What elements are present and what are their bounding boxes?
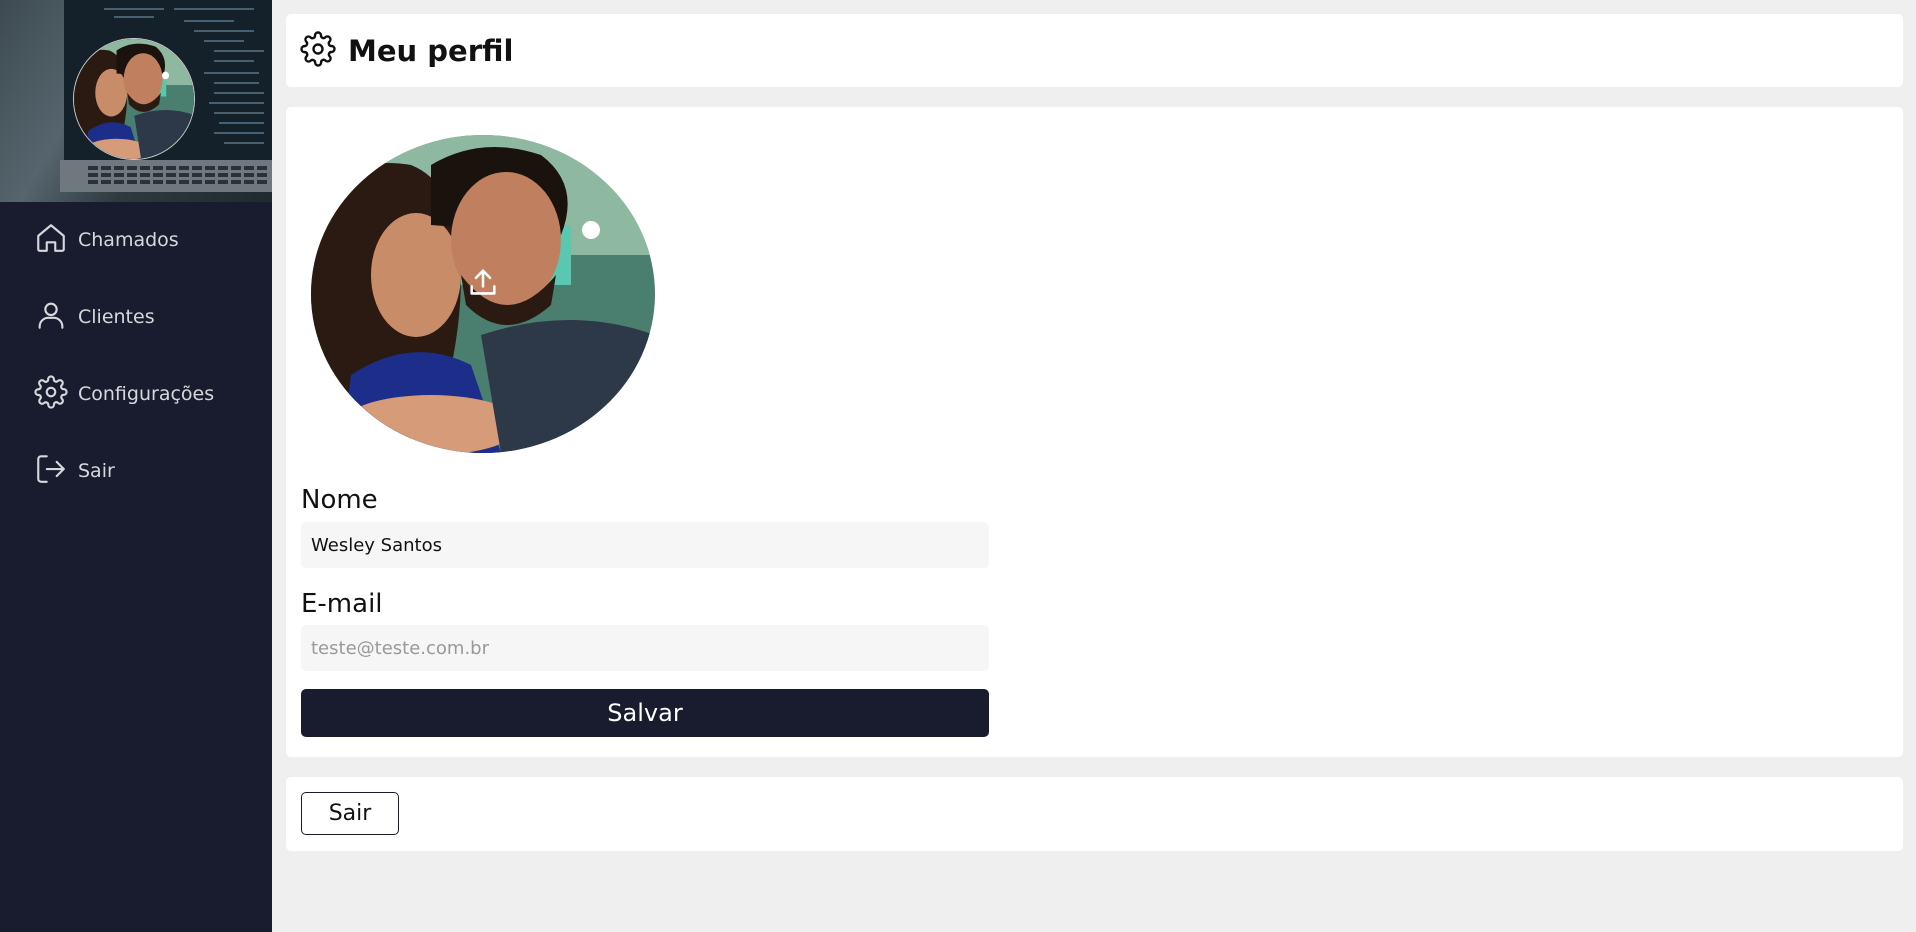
user-icon xyxy=(34,298,68,336)
sidebar-item-label: Clientes xyxy=(78,306,155,328)
sidebar-item-label: Chamados xyxy=(78,229,179,251)
sidebar: Chamados Clientes Configurações Sair xyxy=(0,0,272,932)
sidebar-item-sair[interactable]: Sair xyxy=(34,451,115,491)
page-title: Meu perfil xyxy=(348,33,514,68)
page-header: Meu perfil xyxy=(286,14,1903,87)
profile-form: Nome E-mail Salvar xyxy=(286,107,1903,757)
upload-icon xyxy=(466,265,500,299)
sidebar-item-clientes[interactable]: Clientes xyxy=(34,297,155,337)
sidebar-item-label: Sair xyxy=(78,460,115,482)
sidebar-item-configuracoes[interactable]: Configurações xyxy=(34,374,214,414)
logout-button[interactable]: Sair xyxy=(301,792,399,835)
banner-laptop-keyboard xyxy=(60,160,272,192)
sidebar-item-label: Configurações xyxy=(78,383,215,405)
logout-section: Sair xyxy=(286,777,1903,851)
name-label: Nome xyxy=(301,485,378,515)
gear-icon xyxy=(286,30,336,71)
save-button[interactable]: Salvar xyxy=(301,689,989,737)
home-icon xyxy=(34,221,68,259)
sidebar-avatar xyxy=(73,38,195,160)
sidebar-item-chamados[interactable]: Chamados xyxy=(34,220,179,260)
logout-icon xyxy=(34,452,68,490)
avatar-upload[interactable] xyxy=(311,135,655,453)
name-field[interactable] xyxy=(301,522,989,568)
email-field[interactable] xyxy=(301,625,989,671)
sidebar-banner xyxy=(0,0,272,202)
gear-icon xyxy=(34,375,68,413)
email-label: E-mail xyxy=(301,589,383,619)
